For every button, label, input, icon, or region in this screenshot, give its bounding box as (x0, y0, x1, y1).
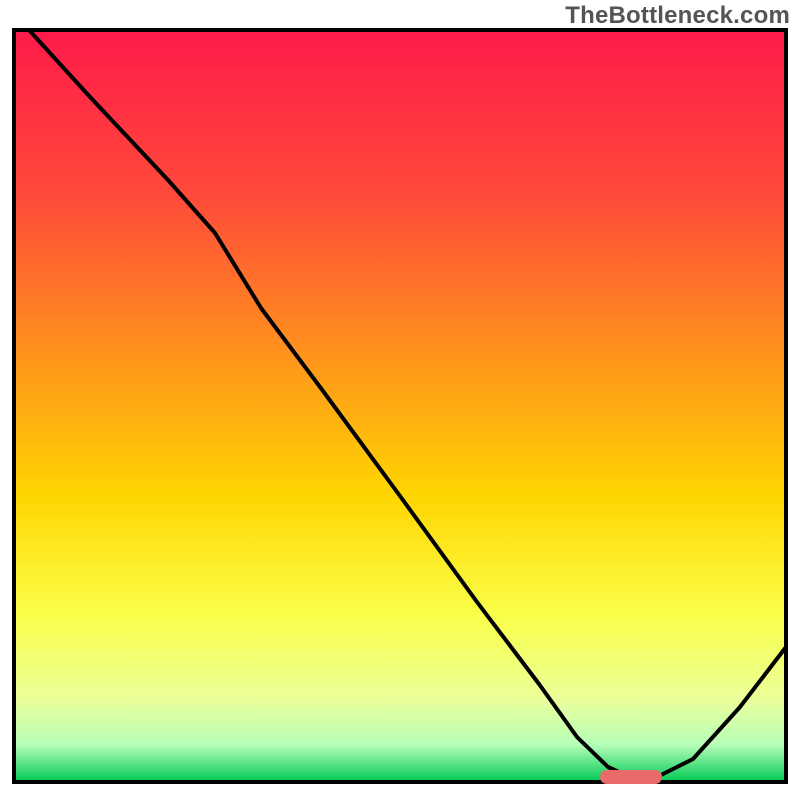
plot-area (14, 30, 786, 784)
gradient-background (14, 30, 786, 782)
optimal-range-marker (600, 770, 662, 784)
chart-svg (0, 0, 800, 800)
watermark-text: TheBottleneck.com (565, 2, 790, 30)
bottleneck-chart: TheBottleneck.com (0, 0, 800, 800)
